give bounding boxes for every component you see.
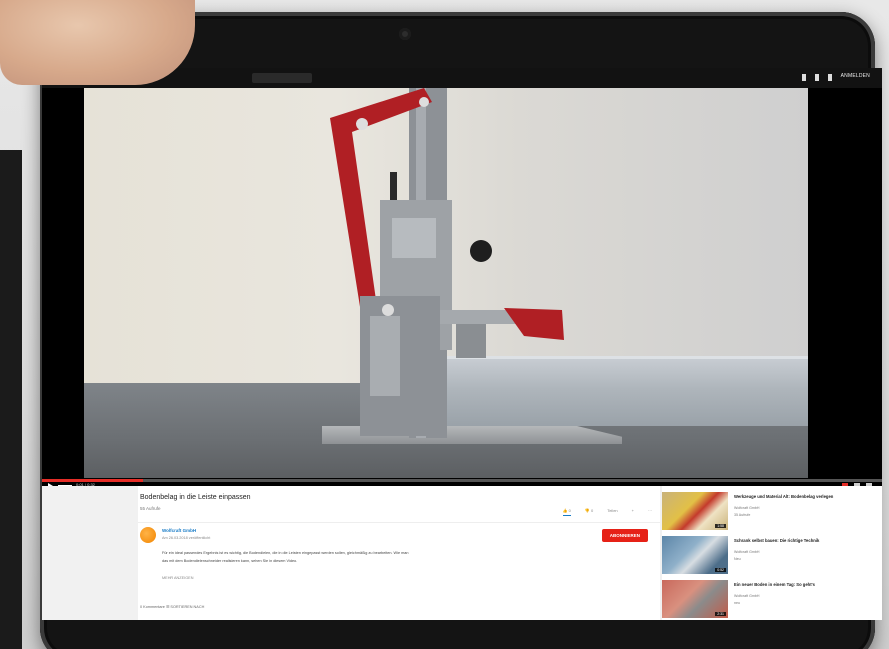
channel-name[interactable]: Wolfcraft GmbH [162,528,196,533]
signin-button[interactable]: ANMELDEN [841,73,870,79]
related-views: Neu [734,557,741,561]
tool-illustration [330,88,564,438]
top-bar-icons [802,74,832,81]
related-views: neu [734,601,740,605]
comments-header[interactable]: 0 Kommentare ☰ SORTIEREN NACH [140,604,204,609]
view-count: 55 Aufrufe [140,506,161,511]
video-frame[interactable] [84,88,808,478]
subscribe-button[interactable]: ABONNIEREN [601,529,648,542]
hand [0,0,195,85]
related-title[interactable]: Schrank selbst bauen: Die richtige Techn… [734,538,874,544]
related-channel: Wolfcraft GmbH [734,550,760,554]
share-button[interactable]: Teilen [607,508,617,516]
action-bar: 👍 0 👎 0 Teilen + ··· [562,508,652,516]
video-description: Für ein ideal passendes Ergebnis ist es … [162,551,409,563]
channel-avatar[interactable] [140,527,156,543]
tablet-device: ANMELDEN 0:01 / 0:32 Bodenbelag in die L… [40,12,882,649]
related-channel: Wolfcraft GmbH [734,506,760,510]
upload-icon[interactable] [802,74,806,81]
apps-icon[interactable] [815,74,819,81]
related-video[interactable]: 2:31 Ein neuer Boden in einem Tag: So ge… [662,580,882,618]
dislike-button[interactable]: 👎 0 [585,508,593,516]
video-duration: 1:58 [715,524,726,528]
video-thumbnail[interactable]: 2:31 [662,580,728,618]
show-more-link[interactable]: MEHR ANZEIGEN [162,576,193,580]
related-title[interactable]: Werkzeuge und Material Alt: Bodenbelag v… [734,494,874,500]
video-info: Bodenbelag in die Leiste einpassen 55 Au… [138,486,660,620]
divider [138,522,660,523]
video-thumbnail[interactable]: 0:52 [662,536,728,574]
arm [0,150,22,649]
add-to-button[interactable]: + [632,508,634,516]
camera-icon [399,28,411,40]
related-views: 35 Aufrufe [734,513,751,517]
video-thumbnail[interactable]: 1:58 [662,492,728,530]
video-player[interactable]: 0:01 / 0:32 [42,88,882,489]
related-video[interactable]: 1:58 Werkzeuge und Material Alt: Bodenbe… [662,492,882,530]
related-channel: Wolfcraft GmbH [734,594,760,598]
related-title[interactable]: Ein neuer Boden in einem Tag: So geht's [734,582,874,588]
related-videos: 1:58 Werkzeuge und Material Alt: Bodenbe… [662,486,882,620]
more-icon[interactable] [828,74,832,81]
publish-date: Am 26.03.2018 veröffentlicht [162,536,211,540]
watch-page: Bodenbelag in die Leiste einpassen 55 Au… [42,486,882,620]
screen: ANMELDEN 0:01 / 0:32 Bodenbelag in die L… [42,68,882,620]
video-duration: 0:52 [715,568,726,572]
video-duration: 2:31 [715,612,726,616]
like-button[interactable]: 👍 0 [562,508,571,516]
related-video[interactable]: 0:52 Schrank selbst bauen: Die richtige … [662,536,882,574]
search-field[interactable] [252,73,312,83]
video-title: Bodenbelag in die Leiste einpassen [140,494,251,501]
more-actions-button[interactable]: ··· [648,508,652,516]
